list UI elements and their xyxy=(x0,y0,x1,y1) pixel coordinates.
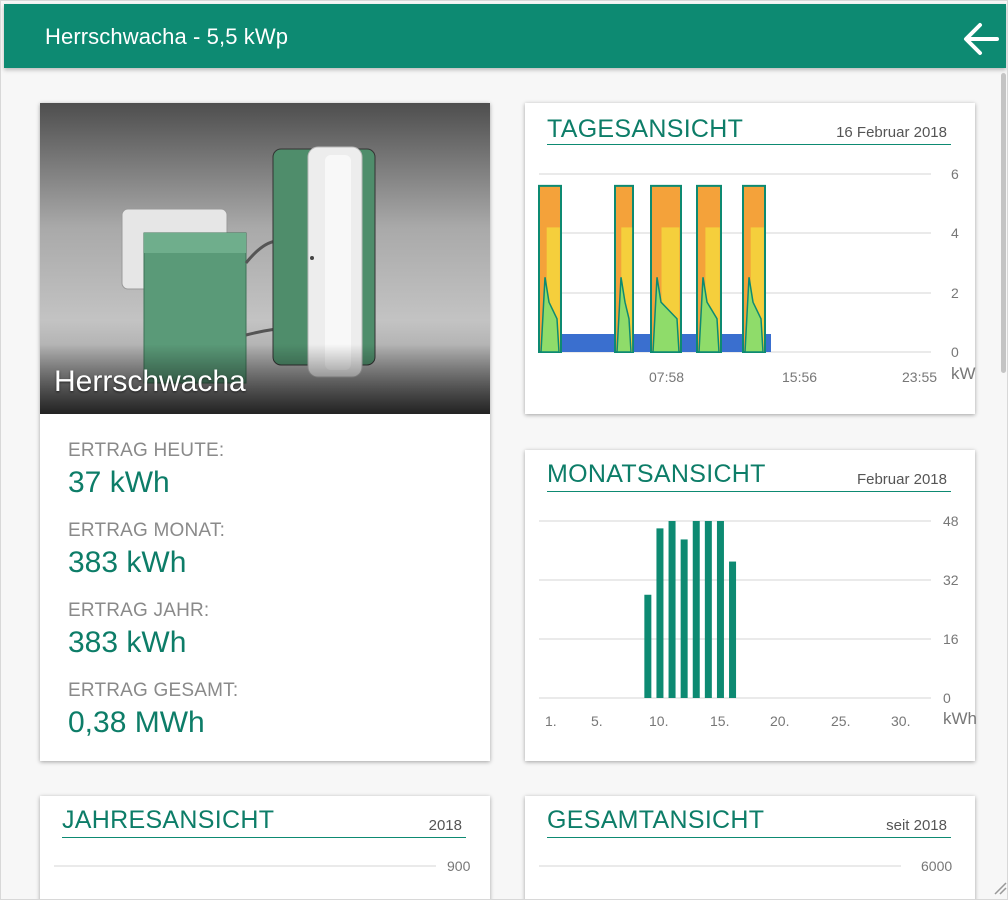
scrollbar[interactable] xyxy=(999,69,1007,899)
month-xtick: 15. xyxy=(710,713,729,729)
day-xtick: 15:56 xyxy=(782,369,817,385)
day-xtick: 23:55 xyxy=(902,369,937,385)
plant-name: Herrschwacha xyxy=(54,365,246,398)
plant-photo: Herrschwacha xyxy=(40,103,490,414)
year-ytick: 900 xyxy=(447,858,471,874)
plant-card[interactable]: Herrschwacha ERTRAG HEUTE: 37 kWh ERTRAG… xyxy=(40,103,490,761)
year-chart: 900 xyxy=(54,858,471,874)
day-chart: 6 4 2 0 07:58 15:56 23:55 kW xyxy=(538,166,976,385)
month-bar xyxy=(668,521,676,698)
month-chart-card[interactable]: MONATSANSICHT Februar 2018 48 32 16 0 1.… xyxy=(525,450,977,761)
stat-label-today: ERTRAG HEUTE: xyxy=(68,440,225,461)
day-chart-card[interactable]: TAGESANSICHT 16 Februar 2018 6 4 2 0 07:… xyxy=(525,103,976,414)
day-ytick: 0 xyxy=(951,344,959,360)
stat-label-month: ERTRAG MONAT: xyxy=(68,520,226,541)
month-bar xyxy=(729,561,737,698)
month-bar xyxy=(644,594,652,698)
day-ytick: 2 xyxy=(951,285,959,301)
stat-value-total: 0,38 MWh xyxy=(68,706,205,739)
total-chart: 6000 xyxy=(539,858,952,874)
month-bar xyxy=(692,521,700,698)
month-series xyxy=(644,521,737,698)
year-chart-card[interactable]: JAHRESANSICHT 2018 900 xyxy=(40,796,490,899)
arrow-left-icon[interactable] xyxy=(962,20,1000,58)
month-bar xyxy=(704,521,712,698)
page-title: Herrschwacha - 5,5 kWp xyxy=(45,24,289,49)
month-ytick: 0 xyxy=(943,690,951,706)
stat-value-year: 383 kWh xyxy=(68,626,187,659)
header-bar: Herrschwacha - 5,5 kWp xyxy=(4,4,1006,68)
month-ytick: 48 xyxy=(943,513,959,529)
app-frame: Herrschwacha - 5,5 kWp Herrschwacha ERTR… xyxy=(0,0,1008,900)
day-ytick: 6 xyxy=(951,166,959,182)
month-xtick: 25. xyxy=(831,713,850,729)
yield-stats: ERTRAG HEUTE: 37 kWh ERTRAG MONAT: 383 k… xyxy=(68,440,238,760)
month-ytick: 32 xyxy=(943,572,959,588)
month-xtick: 30. xyxy=(891,713,910,729)
resize-grip-icon[interactable] xyxy=(993,881,1007,895)
month-bar xyxy=(716,521,724,698)
stat-label-total: ERTRAG GESAMT: xyxy=(68,680,239,701)
month-xtick: 10. xyxy=(649,713,668,729)
scrollbar-thumb[interactable] xyxy=(1001,73,1006,373)
day-ytick: 4 xyxy=(951,225,959,241)
total-ytick: 6000 xyxy=(921,858,952,874)
month-xtick: 20. xyxy=(770,713,789,729)
stat-value-month: 383 kWh xyxy=(68,546,187,579)
month-unit: kWh xyxy=(943,709,977,728)
day-series xyxy=(538,184,771,353)
month-bar xyxy=(656,528,664,698)
day-unit: kW xyxy=(951,364,976,383)
month-bar xyxy=(680,539,688,698)
month-xtick: 1. xyxy=(545,713,557,729)
day-xtick: 07:58 xyxy=(649,369,684,385)
month-chart: 48 32 16 0 1. 5. 10. 15. 20. 25. 30. kWh xyxy=(539,513,977,729)
month-ytick: 16 xyxy=(943,631,959,647)
total-chart-card[interactable]: GESAMTANSICHT seit 2018 6000 xyxy=(525,796,975,899)
month-xtick: 5. xyxy=(591,713,603,729)
stat-value-today: 37 kWh xyxy=(68,466,170,499)
stat-label-year: ERTRAG JAHR: xyxy=(68,600,210,621)
